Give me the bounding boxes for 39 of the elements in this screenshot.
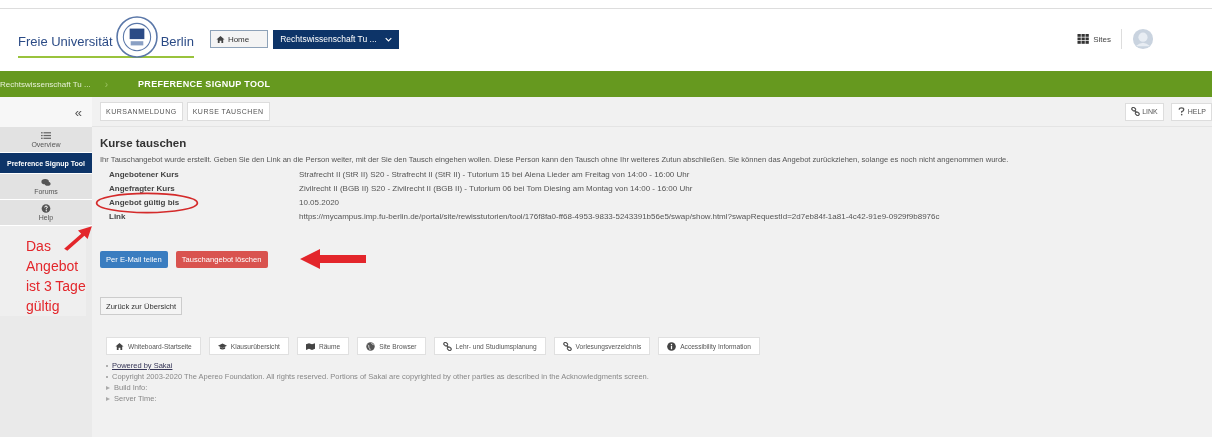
detail-value: 10.05.2020 xyxy=(299,198,340,207)
logo-text: Berlin xyxy=(160,33,194,49)
detail-value: Strafrecht II (StR II) S20 - Strafrecht II (StR II) - Tutorium 15 bei Alena Lieder am Freitag von 14:00 - 16:00 Uhr xyxy=(299,170,690,179)
link-icon xyxy=(562,341,572,351)
collapse-button[interactable]: « xyxy=(64,104,92,120)
home-icon xyxy=(115,341,124,351)
annotation-note: Das Angebot ist 3 Tage gültig xyxy=(0,226,86,316)
graduation-cap-icon xyxy=(217,341,227,351)
detail-label: Angebotener Kurs xyxy=(109,170,179,179)
breadcrumb-separator: › xyxy=(104,78,109,90)
detail-label: Angebot gültig bis xyxy=(109,198,180,207)
detail-value: https://mycampus.imp.fu-berlin.de/portal/site/rewisstutorien/tool/176f8fa0-ff68-4953-9833-5243391b56e5/swap/show.html?swapRequestId=2d7eb84f-1a81-4c42-91e9-0929f9b8976c xyxy=(299,212,940,221)
link-icon xyxy=(442,341,452,351)
home-icon xyxy=(215,34,225,44)
university-seal-icon xyxy=(115,16,158,58)
tool-title: PREFERENCE SIGNUP TOOL xyxy=(138,79,271,89)
chat-icon xyxy=(41,178,51,187)
annotation-arrow xyxy=(299,249,366,269)
sites-link[interactable]: Sites xyxy=(1077,34,1111,44)
logo-text: Freie Universität xyxy=(18,33,113,49)
link-icon xyxy=(1131,107,1141,116)
home-button[interactable]: Home xyxy=(209,30,269,48)
expand-triangle-icon[interactable] xyxy=(106,385,110,390)
annotation-arrow xyxy=(62,225,94,251)
question-mark-icon xyxy=(1176,107,1186,116)
page-title: Kurse tauschen xyxy=(100,137,188,149)
help-icon xyxy=(41,204,51,213)
map-icon xyxy=(305,341,315,351)
expand-triangle-icon[interactable] xyxy=(106,396,110,401)
grid-icon xyxy=(1077,34,1091,44)
detail-value: Zivilrecht II (BGB II) S20 - Zivilrecht II (BGB II) - Tutorium 06 bei Tom Diesing am Montag von 14:00 - 16:00 Uhr xyxy=(299,184,693,193)
globe-icon xyxy=(366,341,376,351)
site-menu[interactable]: Rechtswissenschaft Tu ... xyxy=(273,29,399,49)
info-icon xyxy=(667,341,677,351)
detail-label: Angefragter Kurs xyxy=(109,184,175,193)
avatar-icon[interactable] xyxy=(1132,28,1154,50)
detail-label: Link xyxy=(109,212,126,221)
list-icon xyxy=(41,131,51,140)
chevron-down-icon xyxy=(384,36,392,42)
